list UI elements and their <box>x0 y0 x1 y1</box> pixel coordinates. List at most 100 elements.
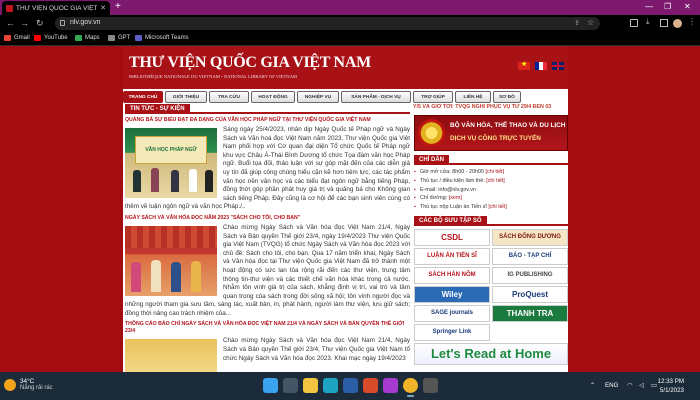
back-icon[interactable]: ← <box>6 18 15 28</box>
maximize-icon[interactable]: ❐ <box>664 2 671 11</box>
file-explorer-icon[interactable] <box>303 378 318 393</box>
detail-link[interactable]: [chi tiết] <box>486 169 505 175</box>
article-thumbnail[interactable] <box>125 225 217 296</box>
collections-grid: CSDL SÁCH ĐÔNG DƯƠNG LUẬN ÁN TIẾN SĨ BÁO - … <box>414 228 568 341</box>
wifi-icon[interactable]: ◠ <box>627 382 632 389</box>
banner-service: DỊCH VỤ CÔNG TRỰC TUYẾN <box>450 135 541 142</box>
tray-overflow-icon[interactable]: ⌃ <box>590 382 595 389</box>
directions-link[interactable]: [xem] <box>449 195 462 201</box>
article: Chào mừng Ngày Sách và Văn hóa đọc Việt … <box>125 337 410 372</box>
web-page: THƯ VIỆN QUỐC GIA VIỆT NAM BIBLIOTHÈQUE … <box>0 46 700 372</box>
bookmark-star-icon[interactable]: ☆ <box>587 18 594 27</box>
menu-item-about[interactable]: GIỚI THIỆU <box>165 91 207 103</box>
bookmark-teams[interactable]: Microsoft Teams <box>135 35 189 41</box>
main-menu: TRANG CHỦ GIỚI THIỆU TRA CỨU HOẠT ĐỘNG N… <box>123 91 568 103</box>
app-icon[interactable] <box>363 378 378 393</box>
article-thumbnail[interactable] <box>125 339 217 372</box>
reload-icon[interactable]: ↻ <box>36 18 44 29</box>
temperature: 34°C <box>20 378 35 385</box>
share-icon[interactable]: ⇪ <box>574 19 580 27</box>
collection-tile[interactable]: SÁCH ĐÔNG DƯƠNG <box>492 228 568 246</box>
menu-item-contact[interactable]: LIÊN HỆ <box>455 91 491 103</box>
gpt-icon <box>108 35 115 41</box>
teams-icon <box>135 35 142 41</box>
new-tab-button[interactable]: + <box>115 2 121 12</box>
minimize-icon[interactable]: — <box>645 2 653 11</box>
news-ticker[interactable]: Y/5 VÀ GIỜ TỚI: TVQG NGHỈ PHỤC VỤ TỪ 29/… <box>413 104 568 114</box>
battery-icon[interactable]: ▭ <box>651 382 657 389</box>
online-services-banner[interactable]: BỘ VĂN HÓA, THỂ THAO VÀ DU LỊCH DỊCH VỤ … <box>414 115 568 151</box>
menu-item-search[interactable]: TRA CỨU <box>209 91 249 103</box>
site-logo-title[interactable]: THƯ VIỆN QUỐC GIA VIỆT NAM <box>129 54 371 72</box>
detail-link[interactable]: [chi tiết] <box>486 178 505 184</box>
collection-tile[interactable]: IG PUBLISHING <box>492 266 568 284</box>
article-thumbnail[interactable]: VĂN HỌC PHÁP NGỮ <box>125 128 217 198</box>
guide-item: Giờ mở cửa: 8h00 - 20h00 [chi tiết] <box>414 168 568 177</box>
close-tab-icon[interactable]: ✕ <box>100 4 106 12</box>
page-container: THƯ VIỆN QUỐC GIA VIỆT NAM BIBLIOTHÈQUE … <box>123 46 568 372</box>
edge-icon[interactable] <box>323 378 338 393</box>
app-icon[interactable] <box>423 378 438 393</box>
weather-condition: Nắng rải rác <box>20 385 53 391</box>
maps-icon <box>75 35 82 41</box>
extensions-icon[interactable] <box>630 19 638 27</box>
article-title[interactable]: THÔNG CÁO BÁO CHÍ NGÀY SÁCH VÀ VĂN HÓA Đ… <box>125 321 410 335</box>
collection-tile[interactable]: BÁO - TẠP CHÍ <box>492 247 568 265</box>
collection-tile[interactable]: Wiley <box>414 285 490 303</box>
system-clock[interactable]: 12:33 PM 5/1/2023 <box>658 378 684 395</box>
site-favicon-icon <box>6 4 13 12</box>
lock-icon[interactable] <box>60 20 65 26</box>
menu-kebab-icon[interactable]: ⋮ <box>688 17 696 26</box>
sun-icon <box>4 378 16 391</box>
youtube-icon <box>34 35 41 41</box>
clock-time: 12:33 PM <box>657 378 684 385</box>
chrome-icon[interactable] <box>403 378 418 397</box>
language-indicator[interactable]: ENG <box>605 382 618 389</box>
collections-section-header: CÁC BỘ SƯU TẬP SỐ <box>414 215 568 226</box>
french-flag-icon[interactable] <box>535 62 547 70</box>
collection-tile[interactable]: LUẬN ÁN TIẾN SĨ <box>414 247 490 265</box>
collection-tile[interactable]: ProQuest <box>492 285 568 303</box>
windows-taskbar: 34°C Nắng rải rác ⌃ ENG ◠ ◁ ▭ 12:33 PM 5… <box>0 372 700 400</box>
forward-icon[interactable]: → <box>20 18 29 28</box>
search-icon[interactable] <box>283 378 298 393</box>
menu-item-help[interactable]: TRỢ GIÚP <box>413 91 453 103</box>
browser-tab[interactable]: THƯ VIỆN QUỐC GIA VIỆT NAM ✕ <box>2 1 110 15</box>
menu-item-professional[interactable]: NGHIỆP VỤ <box>297 91 339 103</box>
sidepanel-icon[interactable] <box>660 19 668 27</box>
bookmark-gmail[interactable]: Gmail <box>4 35 30 41</box>
address-bar[interactable]: nlv.gov.vn ⇪ ☆ <box>55 17 600 30</box>
bookmark-youtube[interactable]: YouTube <box>34 35 68 41</box>
article-title[interactable]: NGÀY SÁCH VÀ VĂN HÓA ĐỌC NĂM 2023 "SÁCH … <box>125 215 410 222</box>
bookmark-maps[interactable]: Maps <box>75 35 100 41</box>
email-link[interactable]: E-mail: info@nlv.gov.vn <box>420 187 476 193</box>
windows-start-icon[interactable] <box>263 378 278 393</box>
app-icon[interactable] <box>343 378 358 393</box>
menu-item-activities[interactable]: HOẠT ĐỘNG <box>251 91 295 103</box>
menu-item-products[interactable]: SẢN PHẨM - DỊCH VỤ <box>341 91 411 103</box>
app-icon[interactable] <box>383 378 398 393</box>
collection-tile[interactable]: SAGE journals <box>414 304 490 322</box>
news-heading: TIN TỨC - SỰ KIỆN <box>125 104 190 114</box>
detail-link[interactable]: [chi tiết] <box>488 204 507 210</box>
collections-heading: CÁC BỘ SƯU TẬP SỐ <box>414 215 487 226</box>
english-flag-icon[interactable] <box>552 62 564 70</box>
collection-tile[interactable]: CSDL <box>414 228 490 246</box>
menu-item-home[interactable]: TRANG CHỦ <box>123 91 163 103</box>
speaker-icon[interactable]: ◁ <box>639 382 644 389</box>
close-window-icon[interactable]: ✕ <box>684 2 691 11</box>
guide-section-header: CHỈ DẪN <box>414 155 568 165</box>
menu-item-sitemap[interactable]: SƠ ĐỒ <box>493 91 521 103</box>
vietnamese-flag-icon[interactable] <box>518 60 530 70</box>
lets-read-at-home-banner[interactable]: Let's Read at Home <box>414 342 568 365</box>
site-logo-subtitle: BIBLIOTHÈQUE NATIONALE DU VIETNAM • NATI… <box>129 74 297 79</box>
collection-tile[interactable]: THANH TRA <box>492 304 568 322</box>
weather-widget[interactable]: 34°C Nắng rải rác <box>4 378 53 391</box>
collection-tile[interactable]: SÁCH HÁN NÔM <box>414 266 490 284</box>
download-icon[interactable]: ⤓ <box>646 17 654 26</box>
bookmark-gpt[interactable]: GPT <box>108 35 130 41</box>
article-title[interactable]: QUẢNG BÁ SỰ BIỂU ĐẠT ĐA DẠNG CỦA VĂN HỌC… <box>125 117 410 124</box>
profile-avatar[interactable] <box>673 19 682 28</box>
sidebar: BỘ VĂN HÓA, THỂ THAO VÀ DU LỊCH DỊCH VỤ … <box>414 115 568 372</box>
collection-tile[interactable]: Springer Link <box>414 323 490 341</box>
